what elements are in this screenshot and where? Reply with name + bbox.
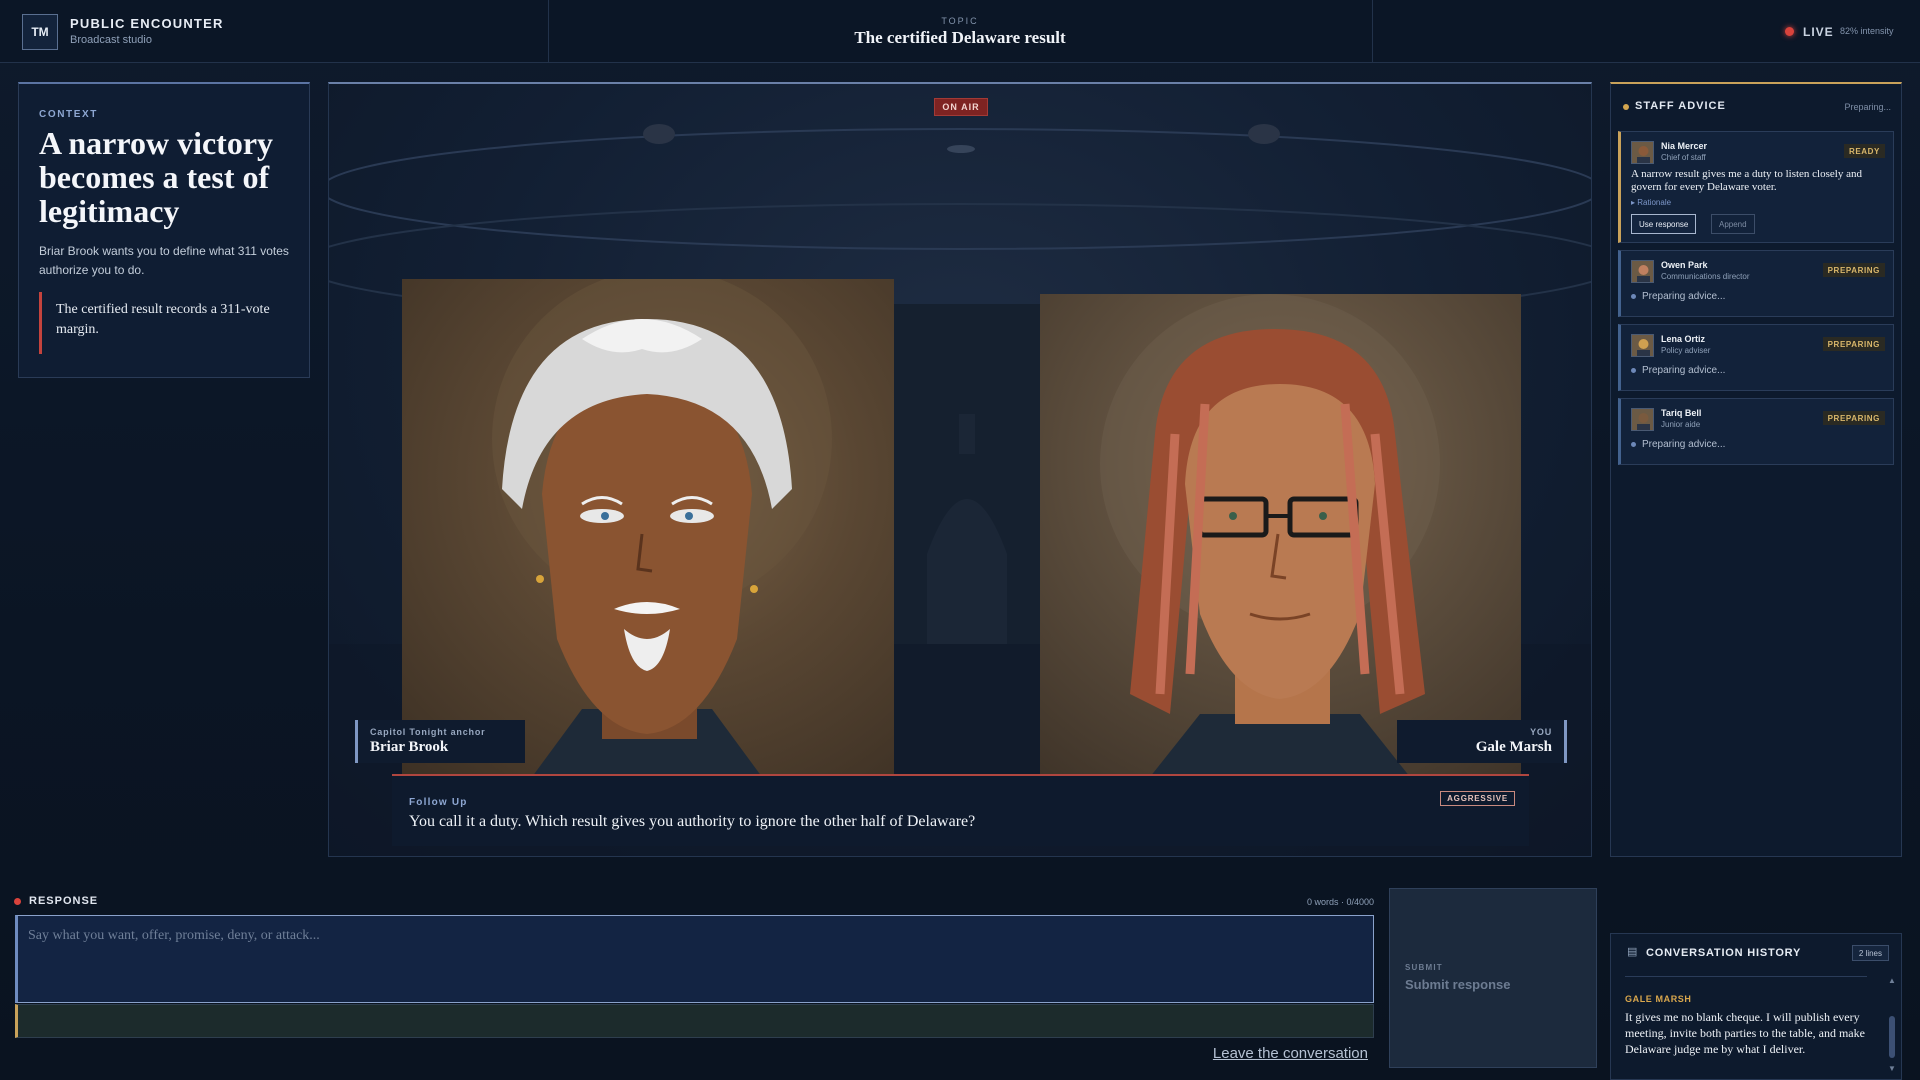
submit-button[interactable]: SUBMIT Submit response xyxy=(1389,888,1597,1068)
live-indicator-icon xyxy=(1785,27,1794,36)
context-body: Briar Brook wants you to define what 311… xyxy=(39,244,289,277)
advisor-role: Chief of staff xyxy=(1661,153,1706,162)
player-portrait xyxy=(1040,294,1521,777)
history-title: CONVERSATION HISTORY xyxy=(1646,947,1802,959)
loading-dot-icon xyxy=(1631,441,1636,447)
advice-text: A narrow result gives me a duty to liste… xyxy=(1631,168,1862,193)
divider xyxy=(1625,976,1867,977)
top-bar: TM PUBLIC ENCOUNTER Broadcast studio TOP… xyxy=(0,0,1920,63)
recording-dot-icon xyxy=(14,898,21,905)
advisor-role: Communications director xyxy=(1661,272,1750,281)
preparing-text: Preparing advice... xyxy=(1631,291,1725,302)
append-button[interactable]: Append xyxy=(1711,214,1755,234)
intensity-readout: 82% intensity xyxy=(1840,26,1894,36)
advisor-name: Owen Park xyxy=(1661,260,1708,270)
response-input[interactable] xyxy=(15,915,1374,1003)
preparing-label: Preparing advice... xyxy=(1642,439,1726,450)
topic-title: The certified Delaware result xyxy=(854,28,1066,47)
status-badge: READY xyxy=(1843,144,1885,158)
avatar xyxy=(1631,334,1654,357)
host-name-card: Capitol Tonight anchor Briar Brook xyxy=(355,720,525,763)
document-icon: ▤ xyxy=(1627,946,1638,958)
history-text: It gives me no blank cheque. I will publ… xyxy=(1625,1010,1865,1056)
advisor-role: Junior aide xyxy=(1661,420,1701,429)
chevron-down-icon[interactable]: ▼ xyxy=(1888,1064,1896,1073)
advisor-card: Tariq Bell Junior aide PREPARING Prepari… xyxy=(1618,398,1894,465)
player-name: Gale Marsh xyxy=(1475,739,1552,755)
player-name-card: YOU Gale Marsh xyxy=(1397,720,1567,763)
question-text: You call it a duty. Which result gives y… xyxy=(409,813,976,830)
brand-logo: TM xyxy=(22,14,58,50)
word-count: 0 words · 0/4000 xyxy=(1306,897,1374,907)
history-speaker: GALE MARSH xyxy=(1625,994,1692,1004)
host-illustration xyxy=(492,279,832,777)
status-dot-icon xyxy=(1623,104,1629,110)
chevron-up-icon[interactable]: ▲ xyxy=(1888,976,1896,985)
broadcast-stage: ON AIR Capitol Tonight anchor Briar Broo… xyxy=(328,82,1592,857)
advisor-name: Lena Ortiz xyxy=(1661,334,1706,344)
loading-dot-icon xyxy=(1631,367,1636,373)
staff-status: Preparing... xyxy=(1844,102,1891,112)
host-name: Briar Brook xyxy=(370,739,449,755)
preparing-text: Preparing advice... xyxy=(1631,439,1725,450)
divider xyxy=(1372,0,1373,63)
topic-label: TOPIC xyxy=(941,16,979,26)
context-quote: The certified result records a 311-vote … xyxy=(39,292,289,354)
advisor-name: Tariq Bell xyxy=(1661,408,1702,418)
status-badge: PREPARING xyxy=(1822,263,1885,277)
staff-advice-panel: STAFF ADVICE Preparing... Nia Mercer Chi… xyxy=(1610,82,1902,857)
advisor-role: Policy adviser xyxy=(1661,346,1711,355)
question-caption: Follow Up You call it a duty. Which resu… xyxy=(392,774,1529,846)
question-label: Follow Up xyxy=(409,797,468,808)
response-toolbar xyxy=(15,1004,1374,1038)
scroll-thumb[interactable] xyxy=(1889,1016,1895,1058)
advisor-card: Lena Ortiz Policy adviser PREPARING Prep… xyxy=(1618,324,1894,391)
conversation-history-panel: ▤ CONVERSATION HISTORY 2 lines GALE MARS… xyxy=(1610,933,1902,1080)
status-badge: PREPARING xyxy=(1822,411,1885,425)
line-count-badge: 2 lines xyxy=(1851,945,1889,961)
avatar xyxy=(1631,260,1654,283)
response-label: RESPONSE xyxy=(29,895,99,907)
brand-title: PUBLIC ENCOUNTER xyxy=(70,16,224,31)
host-role: Capitol Tonight anchor xyxy=(370,727,486,737)
on-air-badge: ON AIR xyxy=(934,98,988,116)
tone-badge: AGGRESSIVE xyxy=(1440,791,1515,806)
status-badge: PREPARING xyxy=(1822,337,1885,351)
advisor-card: Owen Park Communications director PREPAR… xyxy=(1618,250,1894,317)
player-illustration xyxy=(1100,294,1440,777)
preparing-text: Preparing advice... xyxy=(1631,365,1725,376)
app-root: TM PUBLIC ENCOUNTER Broadcast studio TOP… xyxy=(0,0,1920,1080)
use-response-button[interactable]: Use response xyxy=(1631,214,1697,234)
leave-conversation-link[interactable]: Leave the conversation xyxy=(1150,1045,1368,1062)
submit-label: SUBMIT xyxy=(1405,963,1443,972)
advisor-card: Nia Mercer Chief of staff READY A narrow… xyxy=(1618,131,1894,243)
avatar xyxy=(1631,408,1654,431)
advisor-name: Nia Mercer xyxy=(1661,141,1708,151)
host-portrait xyxy=(402,279,894,777)
submit-text: Submit response xyxy=(1405,977,1511,992)
live-label: LIVE xyxy=(1803,25,1834,39)
rationale-toggle[interactable]: ▸ Rationale xyxy=(1631,198,1671,207)
context-label: CONTEXT xyxy=(39,109,98,120)
context-headline: A narrow victory becomes a test of legit… xyxy=(39,125,274,229)
player-role: YOU xyxy=(1530,727,1552,737)
preparing-label: Preparing advice... xyxy=(1642,365,1726,376)
context-card: CONTEXT A narrow victory becomes a test … xyxy=(18,82,310,378)
loading-dot-icon xyxy=(1631,293,1636,299)
avatar xyxy=(1631,141,1654,164)
staff-advice-title: STAFF ADVICE xyxy=(1635,100,1726,112)
brand-subtitle: Broadcast studio xyxy=(70,34,152,46)
history-scrollbar[interactable]: ▲ ▼ xyxy=(1887,976,1897,1076)
preparing-label: Preparing advice... xyxy=(1642,291,1726,302)
